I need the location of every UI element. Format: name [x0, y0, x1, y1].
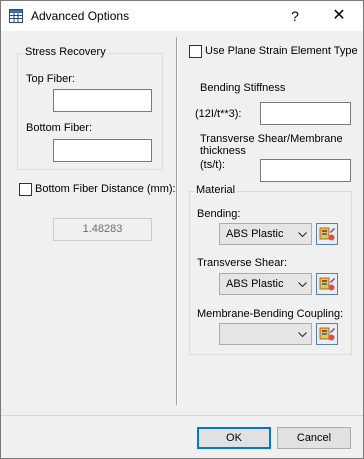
stress-recovery-title: Stress Recovery [23, 46, 108, 58]
cancel-button[interactable]: Cancel [277, 427, 351, 449]
transverse-shear-input[interactable] [260, 159, 351, 182]
footer-divider [1, 415, 363, 417]
chevron-down-icon [295, 225, 309, 243]
bottom-fiber-distance-input: 1.48283 [53, 218, 152, 241]
ok-button[interactable]: OK [197, 427, 271, 449]
vertical-divider [176, 37, 178, 405]
help-icon: ? [291, 8, 299, 24]
bottom-fiber-distance-label[interactable]: Bottom Fiber Distance (mm): [35, 183, 176, 195]
chevron-down-icon [295, 275, 309, 293]
coupling-material-browse-button[interactable] [316, 323, 338, 345]
bottom-fiber-label: Bottom Fiber: [26, 122, 93, 134]
bending-material-label: Bending: [197, 208, 241, 220]
plane-strain-checkbox[interactable] [189, 45, 202, 58]
close-icon: ✕ [332, 7, 346, 24]
transverse-shear-formula: (ts/t): [200, 159, 226, 171]
top-fiber-label: Top Fiber: [26, 73, 75, 85]
dialog-title: Advanced Options [31, 9, 130, 23]
bending-material-select[interactable]: ABS Plastic [219, 223, 312, 245]
coupling-material-select[interactable] [219, 323, 312, 345]
bending-material-browse-button[interactable] [316, 223, 338, 245]
plane-strain-label[interactable]: Use Plane Strain Element Type [205, 45, 358, 57]
help-button[interactable]: ? [277, 3, 313, 29]
material-library-icon [317, 227, 337, 247]
transverse-material-label: Transverse Shear: [197, 257, 288, 269]
bottom-fiber-distance-checkbox[interactable] [19, 183, 32, 196]
transverse-material-browse-button[interactable] [316, 273, 338, 295]
bending-stiffness-label: Bending Stiffness [200, 82, 286, 94]
transverse-material-value: ABS Plastic [226, 278, 284, 290]
advanced-options-dialog: Advanced Options ? ✕ Stress Recovery Top… [0, 0, 364, 459]
dialog-grid-icon [9, 9, 23, 23]
material-library-icon [317, 327, 337, 347]
coupling-material-label: Membrane-Bending Coupling: [197, 308, 344, 320]
chevron-down-icon [295, 325, 309, 343]
close-button[interactable]: ✕ [319, 3, 359, 29]
transverse-material-select[interactable]: ABS Plastic [219, 273, 312, 295]
top-fiber-input[interactable] [53, 89, 152, 112]
bending-stiffness-formula: (12I/t**3): [195, 108, 242, 120]
bending-material-value: ABS Plastic [226, 228, 284, 240]
bottom-fiber-input[interactable] [53, 139, 152, 162]
bending-stiffness-input[interactable] [260, 102, 351, 125]
material-library-icon [317, 277, 337, 297]
material-title: Material [194, 184, 238, 196]
transverse-shear-thickness-label: Transverse Shear/Membrane thickness [200, 133, 343, 157]
title-bar[interactable]: Advanced Options ? ✕ [1, 1, 363, 31]
